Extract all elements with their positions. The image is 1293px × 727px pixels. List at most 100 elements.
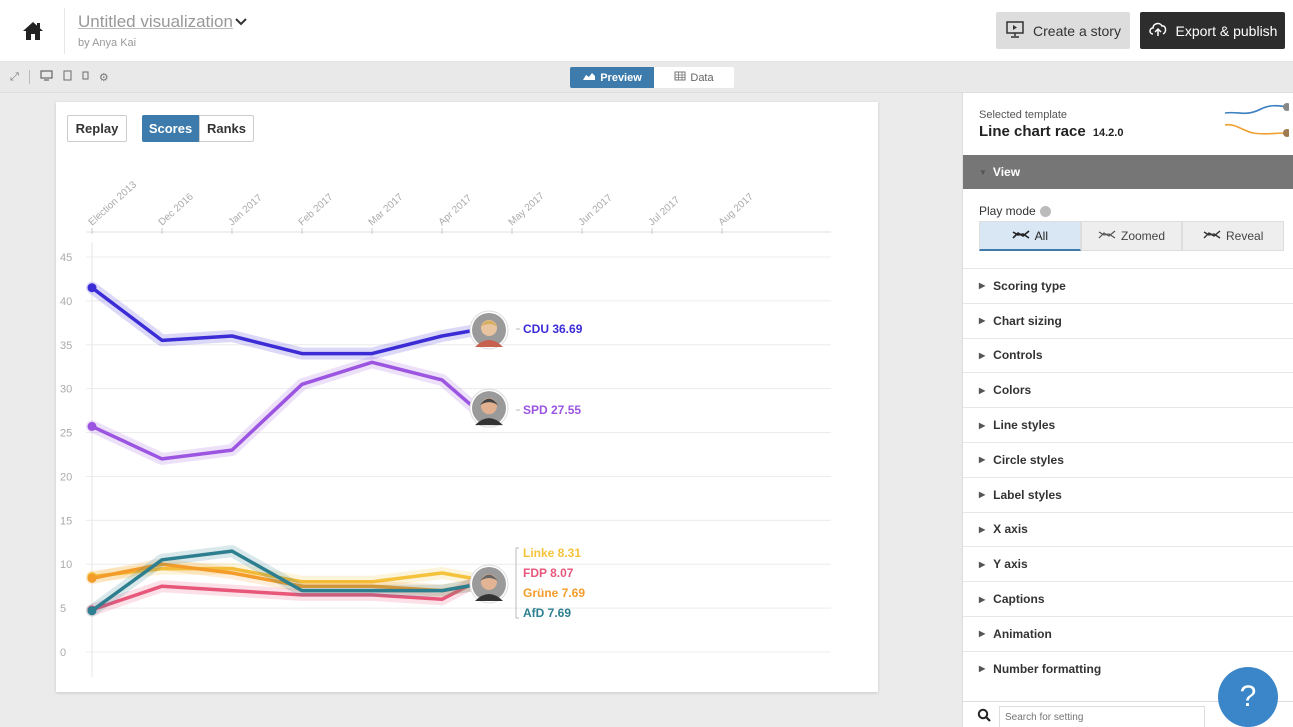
play-mode-reveal[interactable]: Reveal [1182,221,1285,251]
caret-right-icon: ▶ [979,455,986,465]
settings-section-item[interactable]: ▶ Label styles [963,476,1293,512]
top-bar: Untitled visualization by Anya Kai Creat… [0,0,1293,62]
create-story-button[interactable]: Create a story [996,12,1130,49]
x-tick-label: Dec 2016 [157,191,196,228]
settings-section-item[interactable]: ▶ Scoring type [963,268,1293,303]
divider [28,70,30,84]
template-name-text: Line chart race [979,123,1086,140]
caret-right-icon: ▶ [979,594,986,604]
view-label: View [992,165,1021,179]
lines-icon [1203,229,1221,243]
settings-section-item[interactable]: ▶ Chart sizing [963,302,1293,338]
settings-section-label: Y axis [993,557,1028,572]
y-tick-label: 30 [60,384,72,396]
desktop-icon[interactable] [40,70,53,84]
settings-section-item[interactable]: ▶ Y axis [963,546,1293,581]
settings-panel: Selected template Line chart race 14.2.0… [962,93,1293,727]
create-story-label: Create a story [1033,22,1121,39]
view-section-header[interactable]: ▼ View [963,155,1293,189]
series-start-point [87,283,97,293]
settings-section-item[interactable]: ▶ Controls [963,337,1293,373]
play-mode-all[interactable]: All [979,221,1081,251]
visualization-title[interactable]: Untitled visualization [78,12,233,32]
series-end-label: Grüne 7.69 [523,586,585,600]
settings-section-label: Line styles [993,418,1056,433]
y-tick-label: 35 [60,340,72,352]
expand-icon[interactable]: ⤢ [10,71,19,84]
series-end-label: CDU 36.69 [523,322,583,336]
settings-section-label: Animation [993,626,1052,641]
tab-preview-label: Preview [600,71,642,84]
lines-icon [1098,229,1116,243]
y-tick-label: 20 [60,471,72,483]
play-mode-zoomed-label: Zoomed [1120,229,1166,243]
spd-leader-avatar [469,388,509,428]
play-mode-text: Play mode [979,204,1036,218]
y-tick-label: 5 [60,603,66,615]
caret-right-icon: ▶ [979,281,986,291]
settings-section-label: Colors [993,383,1032,398]
series-start-point [87,573,97,583]
caret-right-icon: ▶ [979,559,986,569]
export-publish-button[interactable]: Export & publish [1140,12,1285,49]
template-thumbnail[interactable] [1224,97,1291,152]
settings-section-item[interactable]: ▶ Captions [963,581,1293,616]
small-party-leader-avatar [469,564,509,604]
play-mode-group: All Zoomed Reveal [979,221,1285,251]
y-tick-label: 25 [60,428,72,440]
help-chat-button[interactable]: ? [1218,667,1278,727]
cdu-leader-avatar [469,310,509,350]
replay-button[interactable]: Replay [67,115,127,142]
x-tick-label: Aug 2017 [717,191,757,228]
y-tick-label: 15 [60,515,72,527]
tablet-icon[interactable] [63,70,72,84]
caret-right-icon: ▶ [979,664,986,674]
series-start-point [87,606,97,616]
mobile-icon[interactable] [82,70,89,84]
chart-card: 0 5 10 15 20 25 30 35 40 45 Election 2013 Dec 2016 J… [56,102,878,692]
settings-section-item[interactable]: ▶ X axis [963,511,1293,547]
series-end-label: Linke 8.31 [523,546,581,560]
series-start-point [87,421,97,431]
chevron-down-icon[interactable] [234,14,248,31]
home-icon[interactable] [20,18,46,44]
caret-right-icon: ▶ [979,350,986,360]
tab-data-label: Data [690,71,714,84]
area-chart-icon [582,71,596,84]
settings-section-label: Chart sizing [993,313,1062,328]
export-publish-label: Export & publish [1175,22,1278,39]
caret-down-icon: ▼ [979,167,987,177]
x-tick-label: Jul 2017 [647,194,683,228]
settings-section-label: X axis [993,522,1028,537]
series-end-label: SPD 27.55 [523,403,581,417]
settings-section-item[interactable]: ▶ Colors [963,372,1293,407]
tab-preview[interactable]: Preview [570,67,654,88]
y-tick-label: 10 [60,559,72,571]
search-input[interactable] [999,706,1205,727]
settings-section-item[interactable]: ▶ Animation [963,615,1293,651]
preview-bottom [0,696,962,727]
author-label: by Anya Kai [78,37,137,49]
series-end-label: FDP 8.07 [523,566,574,580]
y-tick-label: 45 [60,252,72,264]
scores-button[interactable]: Scores [142,115,199,142]
series-end-label: AfD 7.69 [523,606,571,620]
play-mode-zoomed[interactable]: Zoomed [1080,221,1183,251]
ranks-button[interactable]: Ranks [199,115,254,142]
caret-right-icon: ▶ [979,420,986,430]
lines-icon [1012,229,1030,243]
series-halo [86,281,483,360]
settings-section-label: Circle styles [993,452,1064,467]
preview-toolbar: ⤢ ⚙ Preview Data [0,62,1293,93]
cloud-upload-icon [1148,20,1168,41]
settings-section-item[interactable]: ▶ Circle styles [963,441,1293,477]
series-halo [86,356,483,465]
x-tick-label: Apr 2017 [437,193,475,229]
tab-data[interactable]: Data [654,67,734,88]
gear-icon[interactable]: ⚙ [99,71,109,84]
settings-section-item[interactable]: ▶ Line styles [963,407,1293,442]
help-icon[interactable] [1039,205,1051,217]
settings-section-label: Number formatting [993,661,1102,676]
template-name: Line chart race 14.2.0 [979,123,1123,140]
label-bracket [515,547,519,619]
